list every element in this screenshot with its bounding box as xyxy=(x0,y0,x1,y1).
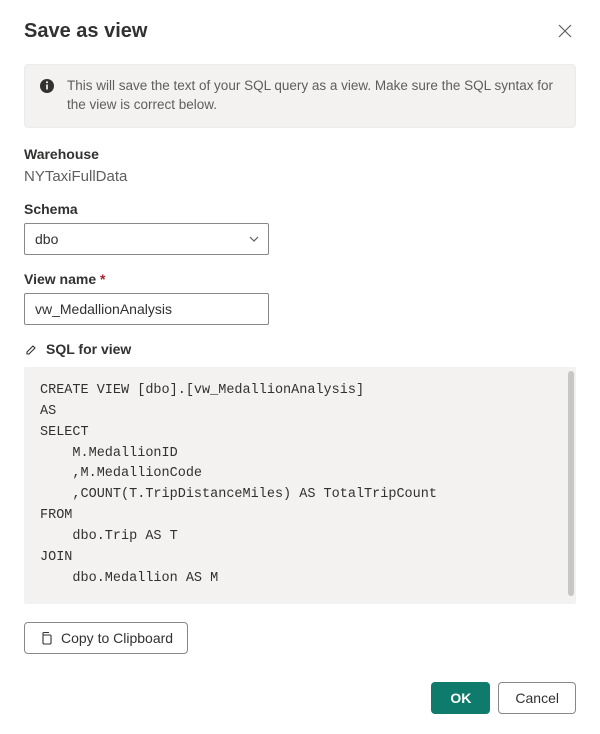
sql-label: SQL for view xyxy=(46,341,131,357)
viewname-input[interactable] xyxy=(24,293,269,325)
sql-code-block[interactable]: CREATE VIEW [dbo].[vw_MedallionAnalysis]… xyxy=(24,367,576,604)
sql-code-text: CREATE VIEW [dbo].[vw_MedallionAnalysis]… xyxy=(40,383,437,586)
ok-button[interactable]: OK xyxy=(431,682,490,714)
info-icon xyxy=(39,78,55,94)
close-icon xyxy=(558,24,572,38)
viewname-label: View name * xyxy=(24,271,576,287)
schema-select[interactable]: dbo xyxy=(24,223,269,255)
schema-value: dbo xyxy=(35,231,58,247)
copy-icon xyxy=(39,631,53,645)
chevron-down-icon xyxy=(248,233,260,245)
dialog-title: Save as view xyxy=(24,20,147,43)
info-bar: This will save the text of your SQL quer… xyxy=(24,64,576,128)
warehouse-value: NYTaxiFullData xyxy=(24,168,576,185)
schema-label: Schema xyxy=(24,201,576,217)
copy-button-label: Copy to Clipboard xyxy=(61,630,173,646)
sql-header: SQL for view xyxy=(24,341,576,357)
warehouse-field: Warehouse NYTaxiFullData xyxy=(24,146,576,185)
required-marker: * xyxy=(100,271,105,287)
eraser-icon xyxy=(24,342,38,356)
scrollbar[interactable] xyxy=(568,371,574,596)
cancel-button[interactable]: Cancel xyxy=(498,682,576,714)
info-message: This will save the text of your SQL quer… xyxy=(67,77,561,115)
copy-to-clipboard-button[interactable]: Copy to Clipboard xyxy=(24,622,188,654)
close-button[interactable] xyxy=(554,20,576,46)
warehouse-label: Warehouse xyxy=(24,146,576,162)
